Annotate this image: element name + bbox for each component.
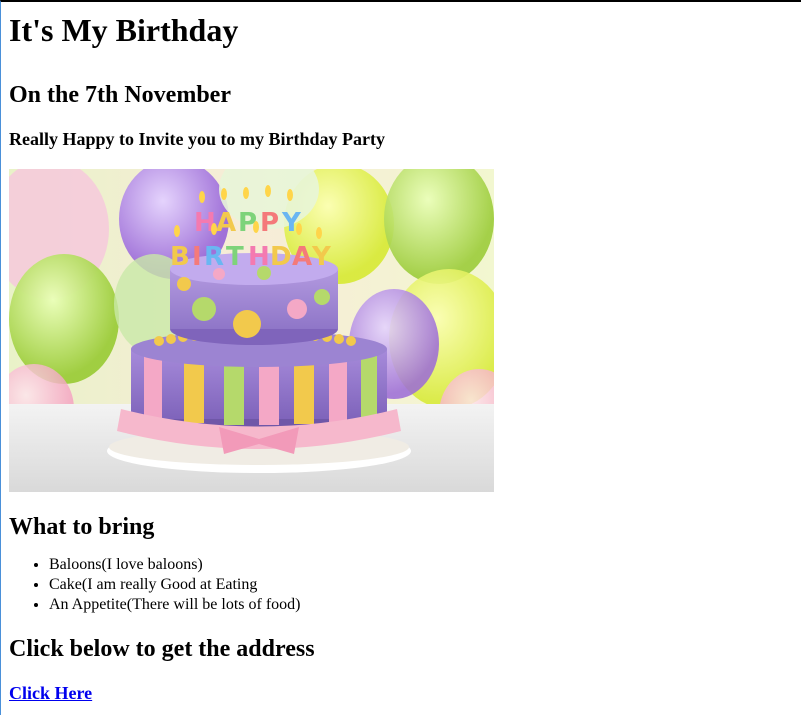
what-to-bring-heading: What to bring: [9, 514, 155, 540]
list-item: An Appetite(There will be lots of food): [49, 595, 793, 615]
click-here-link[interactable]: Click Here: [9, 683, 92, 703]
address-link-row: Click Here: [9, 683, 793, 704]
svg-text:H: H: [248, 242, 270, 272]
address-heading: Click below to get the address: [9, 636, 315, 662]
svg-text:P: P: [260, 208, 279, 238]
birthday-cake-image: H A P P Y B I R T H D A Y: [9, 169, 494, 492]
svg-text:T: T: [226, 242, 244, 272]
svg-text:R: R: [204, 242, 224, 272]
page-title: It's My Birthday: [9, 12, 239, 48]
svg-text:B: B: [170, 242, 190, 272]
bring-list: Baloons(I love baloons) Cake(I am really…: [9, 555, 793, 615]
svg-text:A: A: [292, 242, 312, 272]
svg-text:D: D: [270, 242, 292, 272]
invite-text: Really Happy to Invite you to my Birthda…: [9, 129, 385, 149]
svg-text:A: A: [216, 208, 236, 238]
date-heading: On the 7th November: [9, 82, 231, 108]
list-item: Baloons(I love baloons): [49, 555, 793, 575]
list-item: Cake(I am really Good at Eating: [49, 575, 793, 595]
svg-text:Y: Y: [311, 242, 332, 272]
svg-text:I: I: [192, 242, 202, 272]
